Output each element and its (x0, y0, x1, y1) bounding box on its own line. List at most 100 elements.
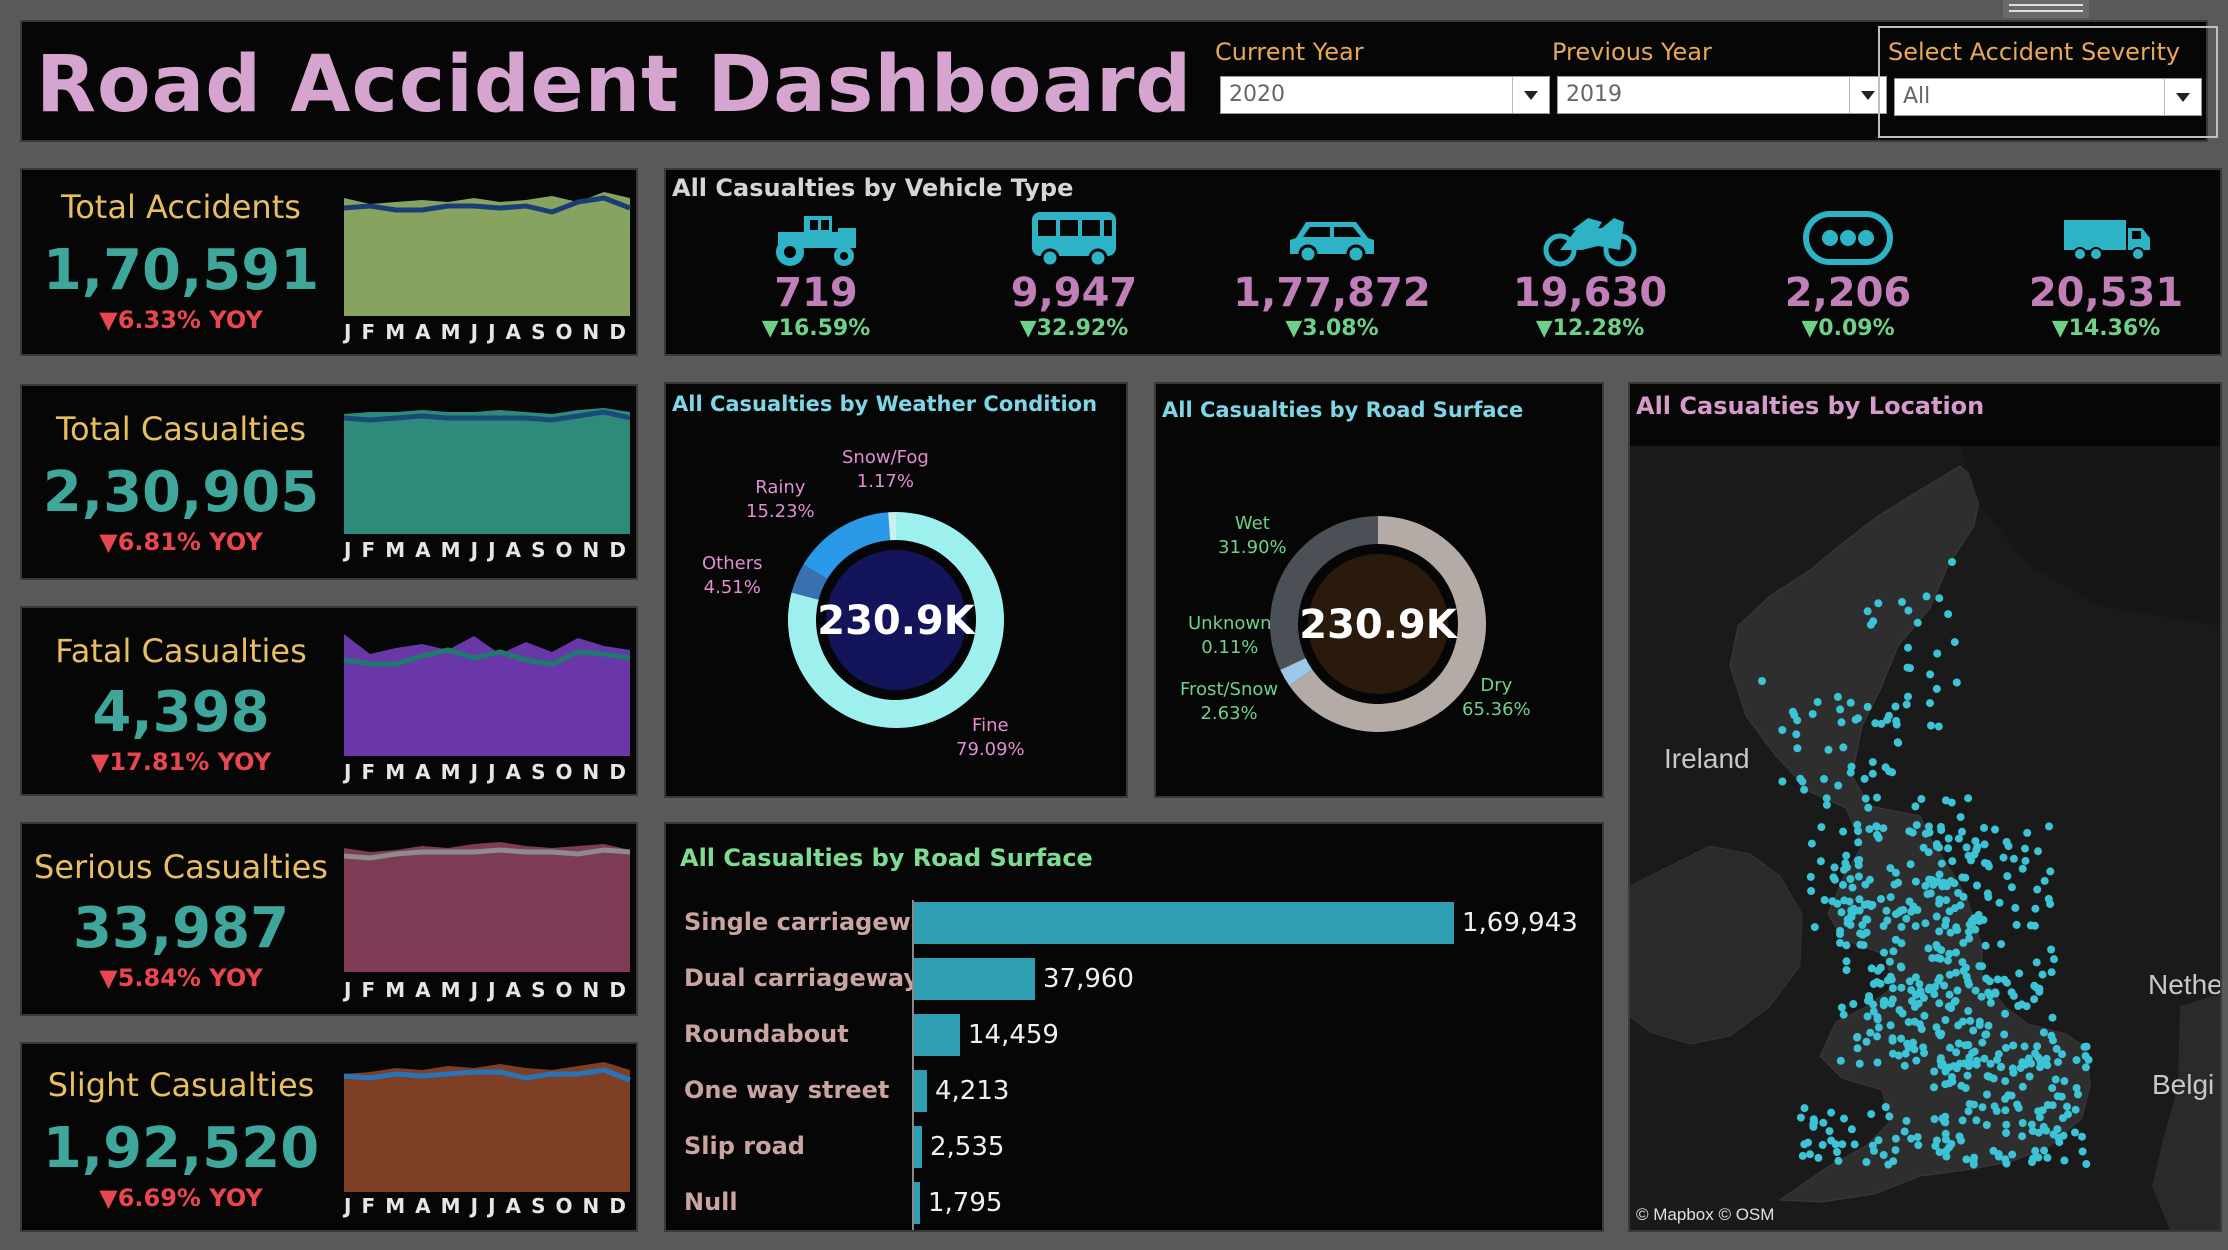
location-dot (1977, 992, 1986, 1001)
tractor-icon (776, 216, 856, 266)
location-dot (1891, 935, 1900, 944)
resize-handle[interactable] (2003, 0, 2089, 18)
location-dot (1946, 877, 1955, 886)
location-dot (2002, 1129, 2011, 1137)
map-attribution: © Mapbox © OSM (1636, 1205, 1774, 1224)
location-dot (1965, 934, 1974, 943)
bar[interactable] (914, 1126, 922, 1168)
location-dot (1962, 1155, 1971, 1164)
location-dot (1935, 973, 1944, 982)
location-dot (1926, 699, 1934, 708)
month-tick: F (361, 538, 376, 562)
month-tick: O (555, 978, 573, 1002)
location-dot (1860, 774, 1869, 783)
location-dot (1934, 722, 1943, 731)
location-dot (2018, 864, 2027, 873)
month-tick: A (505, 538, 522, 562)
location-dot (1904, 643, 1912, 652)
location-dot (1834, 781, 1843, 790)
location-dot (1806, 872, 1815, 881)
slice-label-wet: Wet 31.90% (1218, 512, 1287, 560)
location-dot (1964, 1107, 1973, 1116)
location-dot (1982, 974, 1991, 983)
location-dot (1969, 1026, 1978, 1035)
location-dot (2008, 1150, 2017, 1159)
location-dot (2014, 1002, 2023, 1010)
location-dot (1853, 1033, 1861, 1042)
location-dot (1922, 592, 1931, 601)
location-dot (1863, 607, 1872, 616)
location-dot (2023, 828, 2032, 837)
vehicle-pct: ▼32.92% (1019, 316, 1129, 341)
location-dot (1899, 906, 1908, 914)
chevron-down-icon[interactable] (2164, 79, 2201, 115)
month-tick: J (470, 538, 479, 562)
month-tick: M (440, 760, 461, 784)
location-dot (1865, 875, 1874, 884)
location-dot (1909, 1038, 1918, 1047)
sparkline-chart (343, 842, 631, 972)
location-dot (2001, 1009, 2010, 1018)
location-dot (1991, 988, 2000, 997)
location-dot (1991, 825, 1999, 834)
bar[interactable] (914, 902, 1454, 944)
month-tick: A (505, 320, 522, 344)
truck-icon (2064, 220, 2150, 261)
location-dot (1809, 1122, 1818, 1131)
location-dot (1937, 859, 1946, 868)
location-dot (1981, 941, 1990, 950)
location-dot (1907, 986, 1916, 995)
bar-value-label: 4,213 (935, 1076, 1010, 1106)
slice-label-others: Others 4.51% (702, 552, 763, 600)
location-dot (1952, 1064, 1961, 1073)
location-dot (1906, 860, 1915, 869)
car-icon (1290, 222, 1374, 264)
location-dot (1853, 820, 1862, 829)
month-tick: J (344, 978, 352, 1002)
uk-map[interactable]: Ireland Nethe Belgi © Mapbox © OSM (1630, 446, 2220, 1230)
bar[interactable] (914, 1070, 927, 1112)
month-tick: N (582, 978, 600, 1002)
location-dot (2007, 988, 2016, 997)
location-dot (2049, 1130, 2058, 1139)
location-dot (1793, 744, 1802, 753)
location-dot (1865, 992, 1873, 1001)
location-dot (1862, 1158, 1871, 1166)
bar[interactable] (914, 1182, 920, 1224)
location-dot (2029, 1154, 2037, 1163)
slice-pct: 0.11% (1201, 637, 1259, 658)
bar[interactable] (914, 1014, 960, 1056)
slice-name: Rainy (755, 477, 806, 498)
location-dot (2057, 1092, 2066, 1101)
slice-pct: 4.51% (703, 577, 761, 598)
location-dot (1839, 880, 1847, 889)
location-dot (1924, 944, 1933, 953)
kpi-value: 1,70,591 (42, 238, 320, 303)
location-dot (1880, 948, 1888, 957)
other-dots-icon (1803, 211, 1893, 265)
chevron-down-icon[interactable] (1512, 77, 1549, 113)
location-dot (1846, 698, 1855, 707)
current-year-select[interactable]: 2020 (1220, 76, 1550, 114)
previous-year-select[interactable]: 2019 (1557, 76, 1887, 114)
sparkline-area (344, 1062, 630, 1192)
month-tick: O (555, 538, 573, 562)
location-dot (1984, 893, 1993, 901)
surface-donut-chart: 230.9K (1270, 516, 1486, 732)
location-dot (1945, 1002, 1954, 1011)
location-dot (1849, 1000, 1858, 1008)
location-dot (1891, 868, 1900, 877)
location-dot (1833, 1148, 1841, 1156)
location-dot (1978, 962, 1987, 971)
location-dot (2003, 872, 2012, 881)
bar[interactable] (914, 958, 1035, 1000)
month-axis: JFMAMJJASOND (344, 1194, 626, 1218)
location-dot (1902, 700, 1911, 709)
location-dot (1778, 777, 1787, 786)
month-tick: J (470, 978, 479, 1002)
location-dot (2050, 955, 2058, 964)
severity-select[interactable]: All (1894, 78, 2202, 116)
location-dot (1866, 1028, 1875, 1037)
location-dot (1830, 875, 1839, 884)
month-tick: M (385, 320, 406, 344)
